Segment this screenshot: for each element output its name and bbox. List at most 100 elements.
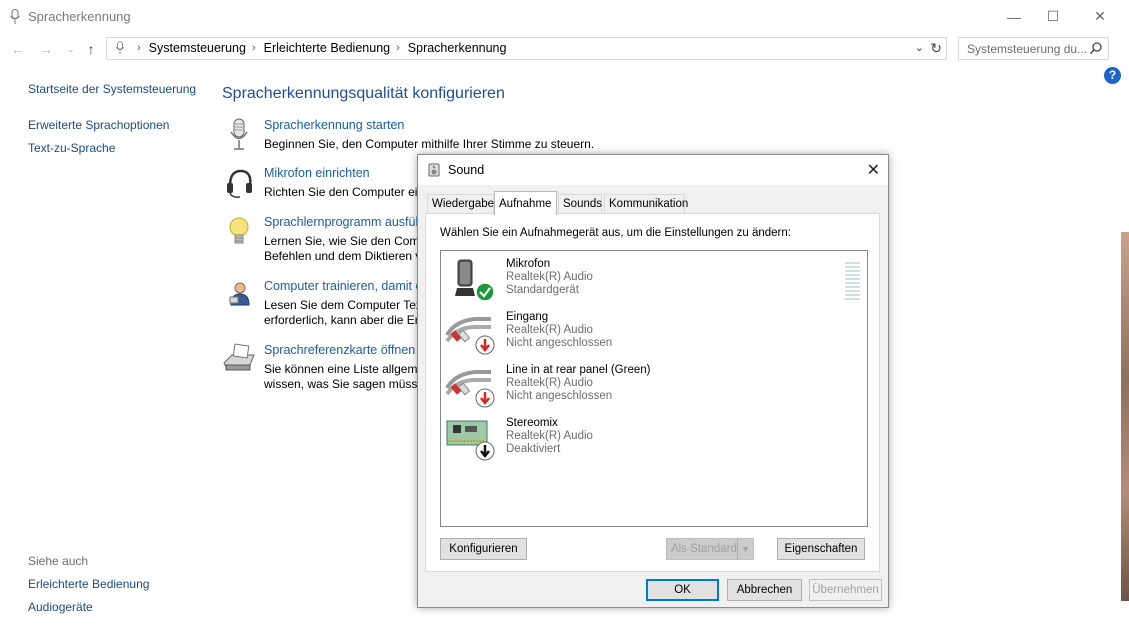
set-default-button[interactable]: Als Standard ▼ xyxy=(666,538,754,560)
back-button[interactable]: ← xyxy=(9,40,27,58)
task-description-line: Befehlen und dem Diktieren v xyxy=(264,249,422,263)
level-meter xyxy=(845,262,860,302)
device-driver: Realtek(R) Audio xyxy=(506,324,593,336)
left-link-text-to-speech[interactable]: Text-zu-Sprache xyxy=(28,141,115,155)
address-dropdown-icon[interactable]: ⌄ xyxy=(915,41,924,54)
left-link-home[interactable]: Startseite der Systemsteuerung xyxy=(28,82,196,96)
device-name: Stereomix xyxy=(506,417,558,429)
task-description: Richten Sie den Computer ein xyxy=(264,185,425,199)
window-title: Spracherkennung xyxy=(28,9,131,24)
breadcrumb-separator-icon: › xyxy=(137,42,141,54)
task-description: Beginnen Sie, den Computer mithilfe Ihre… xyxy=(264,137,595,151)
configure-button[interactable]: Konfigurieren xyxy=(440,538,527,560)
device-driver: Realtek(R) Audio xyxy=(506,430,593,442)
task-description: Lesen Sie dem Computer Text erforderlich,… xyxy=(264,298,425,328)
sound-card-icon xyxy=(446,420,495,461)
background-window-edge xyxy=(1121,232,1129,601)
set-default-label: Als Standard xyxy=(671,543,737,555)
task-link[interactable]: Spracherkennung starten xyxy=(264,118,404,132)
task-link[interactable]: Sprachlernprogramm ausfüh xyxy=(264,215,422,229)
task-description-line: wissen, was Sie sagen müssen xyxy=(264,377,431,391)
lightbulb-icon xyxy=(229,217,249,244)
device-item-line-in[interactable]: Line in at rear panel (Green) Realtek(R)… xyxy=(445,360,855,410)
page-title: Spracherkennungsqualität konfigurieren xyxy=(222,85,505,102)
forward-button[interactable]: → xyxy=(37,40,55,58)
device-item-stereomix[interactable]: Stereomix Realtek(R) Audio Deaktiviert xyxy=(445,413,855,463)
microphone-icon xyxy=(230,118,248,150)
arrow-left-icon: ← xyxy=(11,41,25,57)
window-titlebar: Spracherkennung — ☐ ✕ xyxy=(0,0,1129,33)
breadcrumb-item[interactable]: Systemsteuerung xyxy=(149,41,246,55)
tab-sounds[interactable]: Sounds xyxy=(558,194,602,214)
device-item-eingang[interactable]: Eingang Realtek(R) Audio Nicht angeschlo… xyxy=(445,307,855,357)
search-icon xyxy=(1089,42,1102,55)
audio-cable-icon xyxy=(445,317,495,355)
cancel-button[interactable]: Abbrechen xyxy=(727,579,802,601)
maximize-icon: ☐ xyxy=(1046,8,1060,24)
arrow-up-icon: ↑ xyxy=(87,41,95,57)
device-status: Standardgerät xyxy=(506,284,579,296)
search-input[interactable]: Systemsteuerung du... xyxy=(958,37,1109,60)
microphone-icon xyxy=(115,41,125,54)
task-description-line: Sie können eine Liste allgeme xyxy=(264,362,425,376)
refresh-icon[interactable]: ↻ xyxy=(930,40,942,57)
see-also-link-accessibility[interactable]: Erleichterte Bedienung xyxy=(28,577,149,591)
left-link-advanced-speech[interactable]: Erweiterte Sprachoptionen xyxy=(28,118,169,132)
sound-dialog: Sound ✕ Wiedergabe Aufnahme Sounds Kommu… xyxy=(417,154,889,608)
task-description-line: erforderlich, kann aber die Erk xyxy=(264,313,425,327)
task-link[interactable]: Mikrofon einrichten xyxy=(264,166,370,180)
task-description: Lernen Sie, wie Sie den Comp Befehlen und… xyxy=(264,234,426,264)
recent-locations-button[interactable]: ⌄ xyxy=(62,40,80,58)
device-driver: Realtek(R) Audio xyxy=(506,377,593,389)
breadcrumb-item[interactable]: Spracherkennung xyxy=(408,41,507,55)
recording-hint: Wählen Sie ein Aufnahmegerät aus, um die… xyxy=(440,227,791,239)
tab-playback[interactable]: Wiedergabe xyxy=(427,194,494,214)
task-description: Sie können eine Liste allgeme wissen, was… xyxy=(264,362,431,392)
apply-button[interactable]: Übernehmen xyxy=(809,579,882,601)
help-icon[interactable]: ? xyxy=(1104,67,1121,84)
device-status: Nicht angeschlossen xyxy=(506,337,613,349)
user-icon xyxy=(229,282,250,306)
device-item-microphone[interactable]: Mikrofon Realtek(R) Audio Standardgerät xyxy=(445,254,860,304)
device-status: Deaktiviert xyxy=(506,443,561,455)
task-description-line: Lesen Sie dem Computer Text xyxy=(264,298,426,312)
close-button[interactable]: ✕ xyxy=(1077,0,1123,33)
tab-recording[interactable]: Aufnahme xyxy=(494,191,557,215)
headset-icon xyxy=(227,169,252,198)
dialog-close-icon[interactable]: ✕ xyxy=(867,160,880,180)
see-also-link-audio-devices[interactable]: Audiogeräte xyxy=(28,600,93,614)
maximize-button[interactable]: ☐ xyxy=(1030,0,1076,33)
minimize-icon: — xyxy=(1007,8,1021,25)
breadcrumb-separator-icon: › xyxy=(396,42,400,54)
microphone-device-icon xyxy=(455,259,495,302)
breadcrumb-separator-icon: › xyxy=(251,42,256,54)
up-button[interactable]: ↑ xyxy=(82,40,100,58)
speaker-icon xyxy=(428,163,440,177)
arrow-right-icon: → xyxy=(39,41,53,57)
printer-icon xyxy=(223,343,255,371)
task-link[interactable]: Sprachreferenzkarte öffnen xyxy=(264,343,415,357)
navigation-bar: ← → ⌄ ↑ › Systemsteuerung › Erleichterte… xyxy=(0,37,1129,61)
breadcrumb-item[interactable]: Erleichterte Bedienung xyxy=(264,41,390,55)
dialog-title: Sound xyxy=(448,163,485,177)
ok-button[interactable]: OK xyxy=(646,579,719,601)
close-icon: ✕ xyxy=(1094,8,1106,24)
dialog-titlebar: Sound ✕ xyxy=(418,155,888,185)
dropdown-arrow-icon: ▼ xyxy=(737,539,750,559)
chevron-down-icon: ⌄ xyxy=(67,44,75,54)
task-description-line: Lernen Sie, wie Sie den Comp xyxy=(264,234,427,248)
tab-communication[interactable]: Kommunikation xyxy=(604,194,688,214)
address-bar[interactable]: › Systemsteuerung › Erleichterte Bedienu… xyxy=(106,37,947,60)
properties-button[interactable]: Eigenschaften xyxy=(777,538,865,560)
device-name: Mikrofon xyxy=(506,258,551,270)
device-driver: Realtek(R) Audio xyxy=(506,271,593,283)
device-list[interactable]: Mikrofon Realtek(R) Audio Standardgerät … xyxy=(440,250,868,527)
task-link[interactable]: Computer trainieren, damit e xyxy=(264,279,422,293)
breadcrumb: › Systemsteuerung › Erleichterte Bedienu… xyxy=(115,41,506,55)
recording-panel: Wählen Sie ein Aufnahmegerät aus, um die… xyxy=(425,213,880,572)
microphone-icon xyxy=(10,9,20,24)
see-also-label: Siehe auch xyxy=(28,554,89,568)
device-status: Nicht angeschlossen xyxy=(506,390,613,402)
search-placeholder: Systemsteuerung du... xyxy=(967,42,1088,56)
device-name: Line in at rear panel (Green) xyxy=(506,364,651,376)
